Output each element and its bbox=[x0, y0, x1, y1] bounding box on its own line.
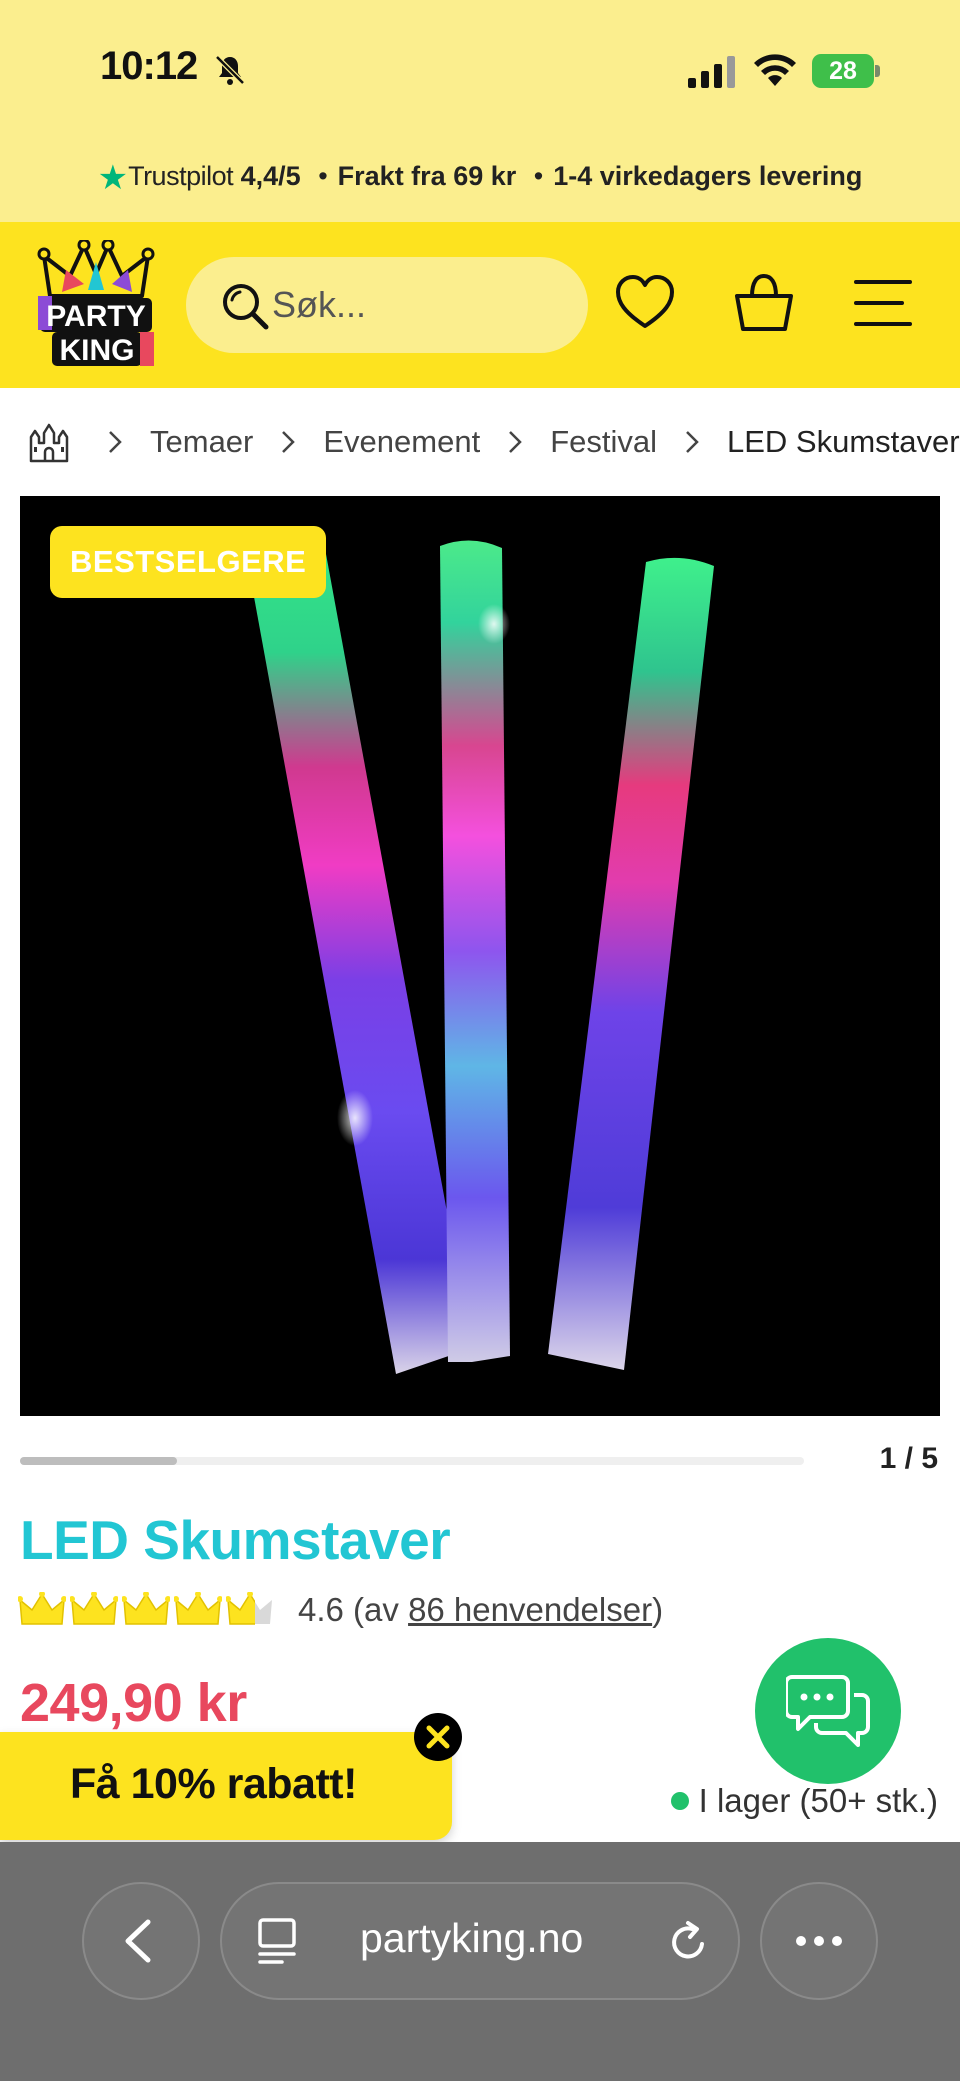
crown-rating-icon bbox=[70, 1592, 118, 1625]
rating-prefix: (av bbox=[353, 1591, 399, 1628]
crown-rating-partial-icon bbox=[226, 1592, 272, 1625]
reviews-link[interactable]: 86 henvendelser bbox=[408, 1591, 652, 1629]
search-input[interactable] bbox=[272, 279, 572, 331]
led-foam-sticks-illustration bbox=[248, 540, 714, 1374]
chat-button[interactable] bbox=[755, 1638, 901, 1784]
rating-row: 4.6 (av 86 henvendelser) bbox=[18, 1586, 663, 1634]
breadcrumb-item-current: LED Skumstaver bbox=[727, 424, 960, 459]
back-arrow-icon bbox=[125, 1919, 151, 1963]
heart-icon[interactable] bbox=[614, 272, 676, 334]
product-image[interactable]: BESTSELGERE bbox=[20, 496, 940, 1416]
chevron-right-icon bbox=[282, 431, 296, 453]
trust-rating: 4,4/5 bbox=[240, 161, 301, 191]
chevron-right-icon bbox=[686, 431, 699, 453]
gallery-progress-track[interactable] bbox=[20, 1457, 804, 1465]
search-icon bbox=[223, 284, 269, 330]
url-text: partyking.no bbox=[360, 1915, 584, 1961]
stock-text: I lager (50+ stk.) bbox=[698, 1782, 938, 1819]
discount-promo-banner[interactable]: Få 10% rabatt! bbox=[0, 1732, 452, 1840]
breadcrumb-item-temaer[interactable]: Temaer bbox=[150, 424, 253, 460]
back-button[interactable] bbox=[82, 1882, 200, 2000]
trustpilot-brand: Trustpilot bbox=[128, 161, 234, 191]
page-menu-icon bbox=[258, 1918, 296, 1964]
chat-bubbles-icon bbox=[786, 1675, 870, 1747]
chevron-right-icon bbox=[109, 431, 122, 453]
bestseller-badge: BESTSELGERE bbox=[50, 526, 327, 598]
site-header: PARTY KING bbox=[0, 222, 960, 388]
more-options-button[interactable] bbox=[760, 1882, 878, 2000]
chevron-right-icon bbox=[509, 431, 522, 453]
reload-icon[interactable] bbox=[666, 1920, 710, 1964]
castle-home-icon[interactable] bbox=[28, 421, 70, 463]
crown-rating-icon bbox=[18, 1592, 66, 1625]
in-stock-dot-icon bbox=[670, 1792, 689, 1810]
gallery-counter: 1 / 5 bbox=[879, 1442, 938, 1475]
wifi-icon bbox=[754, 54, 796, 86]
product-price: 249,90 kr bbox=[20, 1673, 247, 1733]
crown-rating-icon bbox=[174, 1592, 222, 1625]
bell-off-icon bbox=[215, 55, 245, 85]
shipping-info: Frakt fra 69 kr bbox=[337, 161, 517, 191]
partyking-logo[interactable]: PARTY KING bbox=[36, 240, 156, 368]
logo-text-top: PARTY bbox=[46, 300, 145, 333]
rating-value: 4.6 bbox=[298, 1591, 344, 1628]
battery-level: 28 bbox=[812, 54, 874, 88]
promo-close-button[interactable] bbox=[414, 1713, 462, 1761]
stock-status: I lager (50+ stk.) bbox=[670, 1782, 938, 1820]
menu-icon[interactable] bbox=[852, 272, 914, 334]
status-time: 10:12 bbox=[100, 44, 198, 88]
close-icon bbox=[426, 1725, 450, 1749]
battery-icon: 28 bbox=[812, 54, 880, 88]
crown-rating-icon bbox=[122, 1592, 170, 1625]
ellipsis-icon bbox=[796, 1936, 842, 1946]
gallery-progress-fill bbox=[20, 1457, 177, 1465]
browser-toolbar: partyking.no bbox=[0, 1842, 960, 2081]
rating-suffix: ) bbox=[652, 1591, 664, 1628]
breadcrumb-item-evenement[interactable]: Evenement bbox=[323, 424, 480, 460]
cellular-signal-icon bbox=[688, 56, 735, 88]
breadcrumb: Temaer Evenement Festival LED Skumstaver bbox=[28, 414, 960, 470]
logo-text-bottom: KING bbox=[60, 334, 135, 367]
breadcrumb-item-festival[interactable]: Festival bbox=[550, 424, 657, 460]
search-bar[interactable] bbox=[186, 257, 588, 353]
delivery-info: 1-4 virkedagers levering bbox=[553, 161, 863, 191]
shopping-bag-icon[interactable] bbox=[733, 272, 795, 334]
trust-bar[interactable]: ★Trustpilot 4,4/5 • Frakt fra 69 kr • 1-4 … bbox=[0, 158, 960, 198]
rating-crowns bbox=[18, 1592, 278, 1628]
product-title: LED Skumstaver bbox=[20, 1509, 451, 1571]
top-strip: 10:12 28 ★Trustpilot 4,4/5 • Frakt fra 69… bbox=[0, 0, 960, 222]
promo-label: Få 10% rabatt! bbox=[70, 1760, 357, 1808]
address-bar[interactable]: partyking.no bbox=[220, 1882, 740, 2000]
trustpilot-star-icon: ★ bbox=[97, 159, 129, 197]
